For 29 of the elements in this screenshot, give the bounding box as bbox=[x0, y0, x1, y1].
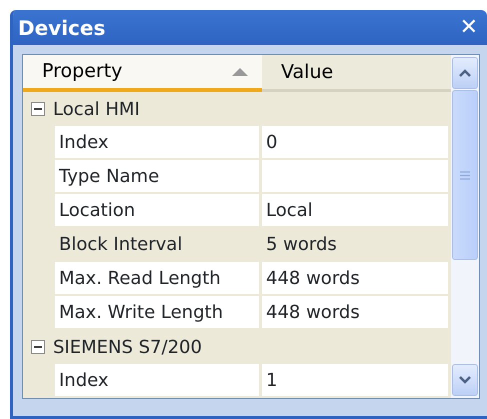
group-label: SIEMENS S7/200 bbox=[53, 336, 202, 360]
close-button[interactable]: ✕ bbox=[458, 16, 480, 38]
column-header-label: Value bbox=[281, 60, 334, 85]
value-cell[interactable]: 448 words bbox=[262, 296, 448, 328]
value-cell[interactable]: Local bbox=[262, 194, 448, 226]
window-title: Devices bbox=[18, 14, 106, 42]
chevron-down-icon bbox=[459, 376, 471, 384]
column-header-label: Property bbox=[42, 59, 122, 84]
grip-icon bbox=[460, 170, 470, 180]
value-cell[interactable]: 448 words bbox=[262, 262, 448, 294]
chevron-up-icon bbox=[459, 69, 471, 77]
column-header[interactable]: Property bbox=[23, 55, 262, 92]
scroll-down-button[interactable] bbox=[452, 364, 478, 396]
collapse-toggle[interactable] bbox=[31, 340, 45, 354]
value-cell[interactable]: 0 bbox=[262, 126, 448, 158]
property-cell[interactable]: Type Name bbox=[55, 160, 259, 192]
value-cell[interactable]: 1 bbox=[262, 364, 448, 396]
group-label: Local HMI bbox=[53, 98, 140, 122]
sort-ascending-icon bbox=[232, 68, 248, 76]
property-cell[interactable]: Max. Read Length bbox=[55, 262, 259, 294]
scrollbar[interactable] bbox=[451, 55, 479, 398]
property-cell[interactable]: Index bbox=[55, 126, 259, 158]
property-cell[interactable]: Max. Write Length bbox=[55, 296, 259, 328]
value-cell[interactable] bbox=[262, 160, 448, 192]
property-cell[interactable]: Index bbox=[55, 364, 259, 396]
property-cell[interactable]: Location bbox=[55, 194, 259, 226]
scroll-thumb[interactable] bbox=[452, 90, 478, 260]
collapse-toggle[interactable] bbox=[31, 102, 45, 116]
scroll-up-button[interactable] bbox=[452, 57, 478, 89]
